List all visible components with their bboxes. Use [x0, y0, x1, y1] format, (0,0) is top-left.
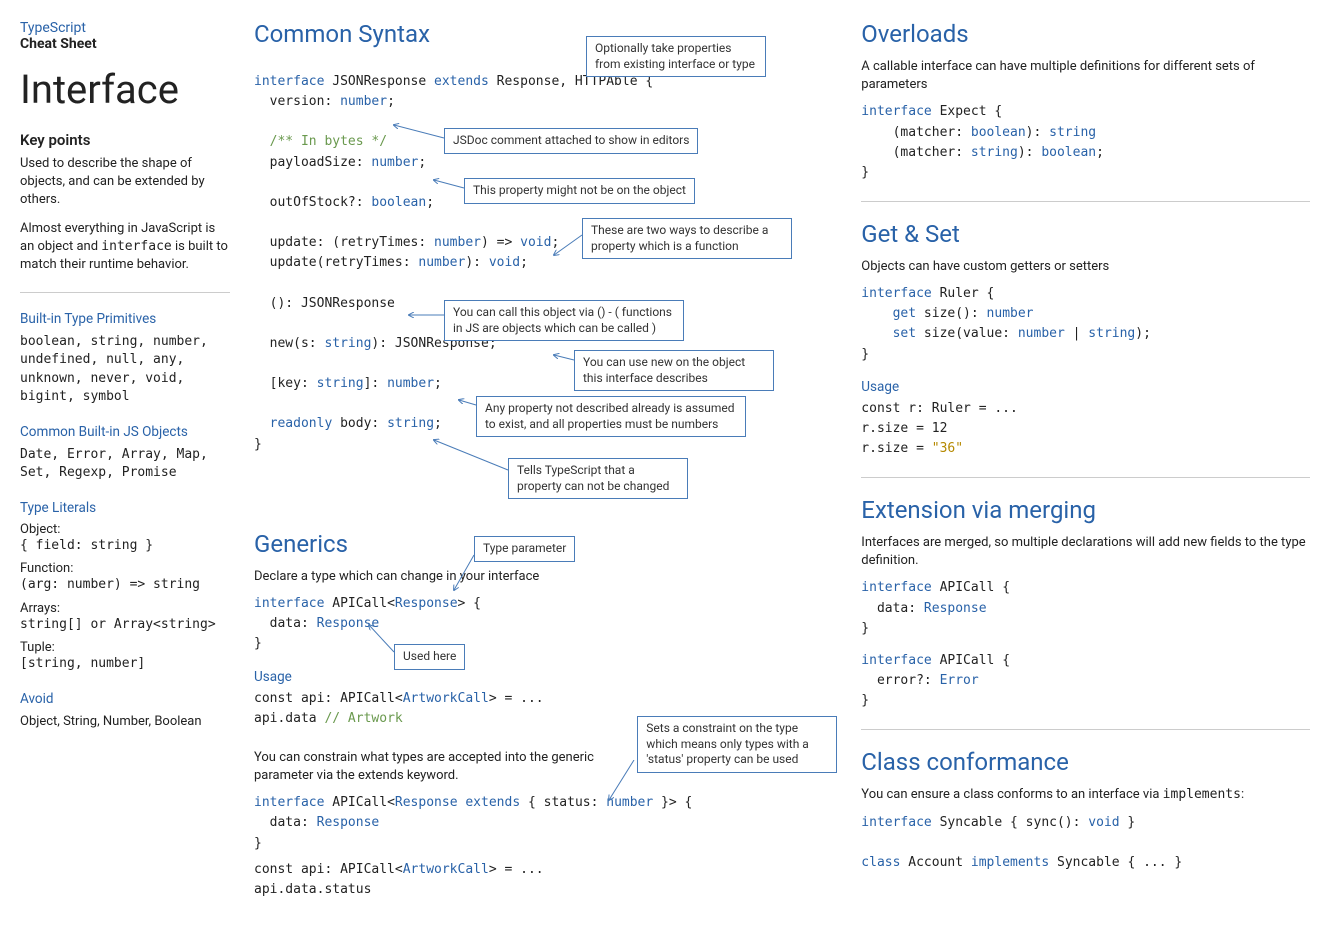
lit-arr-label: Arrays:	[20, 601, 230, 616]
overloads-title: Overloads	[861, 20, 1310, 48]
merging-title: Extension via merging	[861, 496, 1310, 524]
avoid-list: Object, String, Number, Boolean	[20, 713, 230, 731]
callout-index: Any property not described already is as…	[476, 396, 746, 437]
lit-tuple-label: Tuple:	[20, 640, 230, 655]
key-points-heading: Key points	[20, 131, 230, 149]
lit-fn-code: (arg: number) => string	[20, 576, 230, 594]
key-points-p2: Almost everything in JavaScript is an ob…	[20, 220, 230, 275]
col-right: Overloads A callable interface can have …	[861, 20, 1310, 900]
merging-code1: interface APICall { data: Response }	[861, 578, 1310, 638]
divider	[861, 201, 1310, 202]
lit-obj-label: Object:	[20, 522, 230, 537]
getset-usage-h: Usage	[861, 379, 1310, 395]
callout-used-here: Used here	[394, 644, 465, 670]
callout-optional: This property might not be on the object	[464, 178, 695, 204]
getset-title: Get & Set	[861, 220, 1310, 248]
brand-sub: Cheat Sheet	[20, 36, 230, 52]
lit-tuple-code: [string, number]	[20, 655, 230, 673]
generics-usage2: const api: APICall<ArtworkCall> = ... ap…	[254, 860, 837, 900]
merging-desc: Interfaces are merged, so multiple decla…	[861, 534, 1310, 570]
merging-section: Extension via merging Interfaces are mer…	[861, 496, 1310, 711]
conformance-title: Class conformance	[861, 748, 1310, 776]
lit-fn-label: Function:	[20, 561, 230, 576]
overloads-desc: A callable interface can have multiple d…	[861, 58, 1310, 94]
overloads-section: Overloads A callable interface can have …	[861, 20, 1310, 183]
divider	[20, 292, 230, 293]
conformance-section: Class conformance You can ensure a class…	[861, 748, 1310, 873]
main: Common Syntax Optionally take properties…	[254, 20, 1310, 900]
avoid-heading: Avoid	[20, 691, 230, 707]
common-js-heading: Common Built-in JS Objects	[20, 424, 230, 440]
lit-arr-code: string[] or Array<string>	[20, 616, 230, 634]
callout-constraint: Sets a constraint on the type which mean…	[637, 716, 837, 773]
col-mid: Common Syntax Optionally take properties…	[254, 20, 837, 900]
conformance-code: interface Syncable { sync(): void } clas…	[861, 813, 1310, 873]
builtin-heading: Built-in Type Primitives	[20, 311, 230, 327]
getset-section: Get & Set Objects can have custom getter…	[861, 220, 1310, 459]
getset-code: interface Ruler { get size(): number set…	[861, 284, 1310, 365]
divider	[861, 477, 1310, 478]
getset-usage-code: const r: Ruler = ... r.size = 12 r.size …	[861, 399, 1310, 459]
overloads-code: interface Expect { (matcher: boolean): s…	[861, 102, 1310, 183]
getset-desc: Objects can have custom getters or sette…	[861, 258, 1310, 276]
builtin-list: boolean, string, number, undefined, null…	[20, 333, 230, 406]
callout-jsdoc: JSDoc comment attached to show in editor…	[444, 128, 698, 154]
callout-new: You can use new on the object this inter…	[574, 350, 774, 391]
callout-fn: These are two ways to describe a propert…	[582, 218, 792, 259]
callout-extends: Optionally take properties from existing…	[586, 36, 766, 77]
generics-code2: interface APICall<Response extends { sta…	[254, 793, 837, 853]
generics-usage-h: Usage	[254, 669, 837, 685]
key-points-p1: Used to describe the shape of objects, a…	[20, 155, 230, 210]
common-js-list: Date, Error, Array, Map, Set, Regexp, Pr…	[20, 446, 230, 482]
page-title: Interface	[20, 66, 230, 113]
sidebar: TypeScript Cheat Sheet Interface Key poi…	[20, 20, 230, 900]
callout-readonly: Tells TypeScript that a property can not…	[508, 458, 688, 499]
merging-code2: interface APICall { error?: Error }	[861, 651, 1310, 711]
callout-type-param: Type parameter	[474, 536, 575, 562]
generics-desc: Declare a type which can change in your …	[254, 568, 837, 586]
generics-section: Generics Type parameter Declare a type w…	[254, 530, 837, 900]
lit-obj-code: { field: string }	[20, 537, 230, 555]
generics-constrain-desc: You can constrain what types are accepte…	[254, 749, 594, 785]
common-syntax-section: Common Syntax Optionally take properties…	[254, 20, 837, 490]
divider	[861, 729, 1310, 730]
brand-top: TypeScript	[20, 20, 230, 36]
generics-code1: interface APICall<Response> { data: Resp…	[254, 594, 837, 654]
callout-call: You can call this object via () - ( func…	[444, 300, 684, 341]
conformance-desc: You can ensure a class conforms to an in…	[861, 786, 1310, 804]
type-literals-heading: Type Literals	[20, 500, 230, 516]
